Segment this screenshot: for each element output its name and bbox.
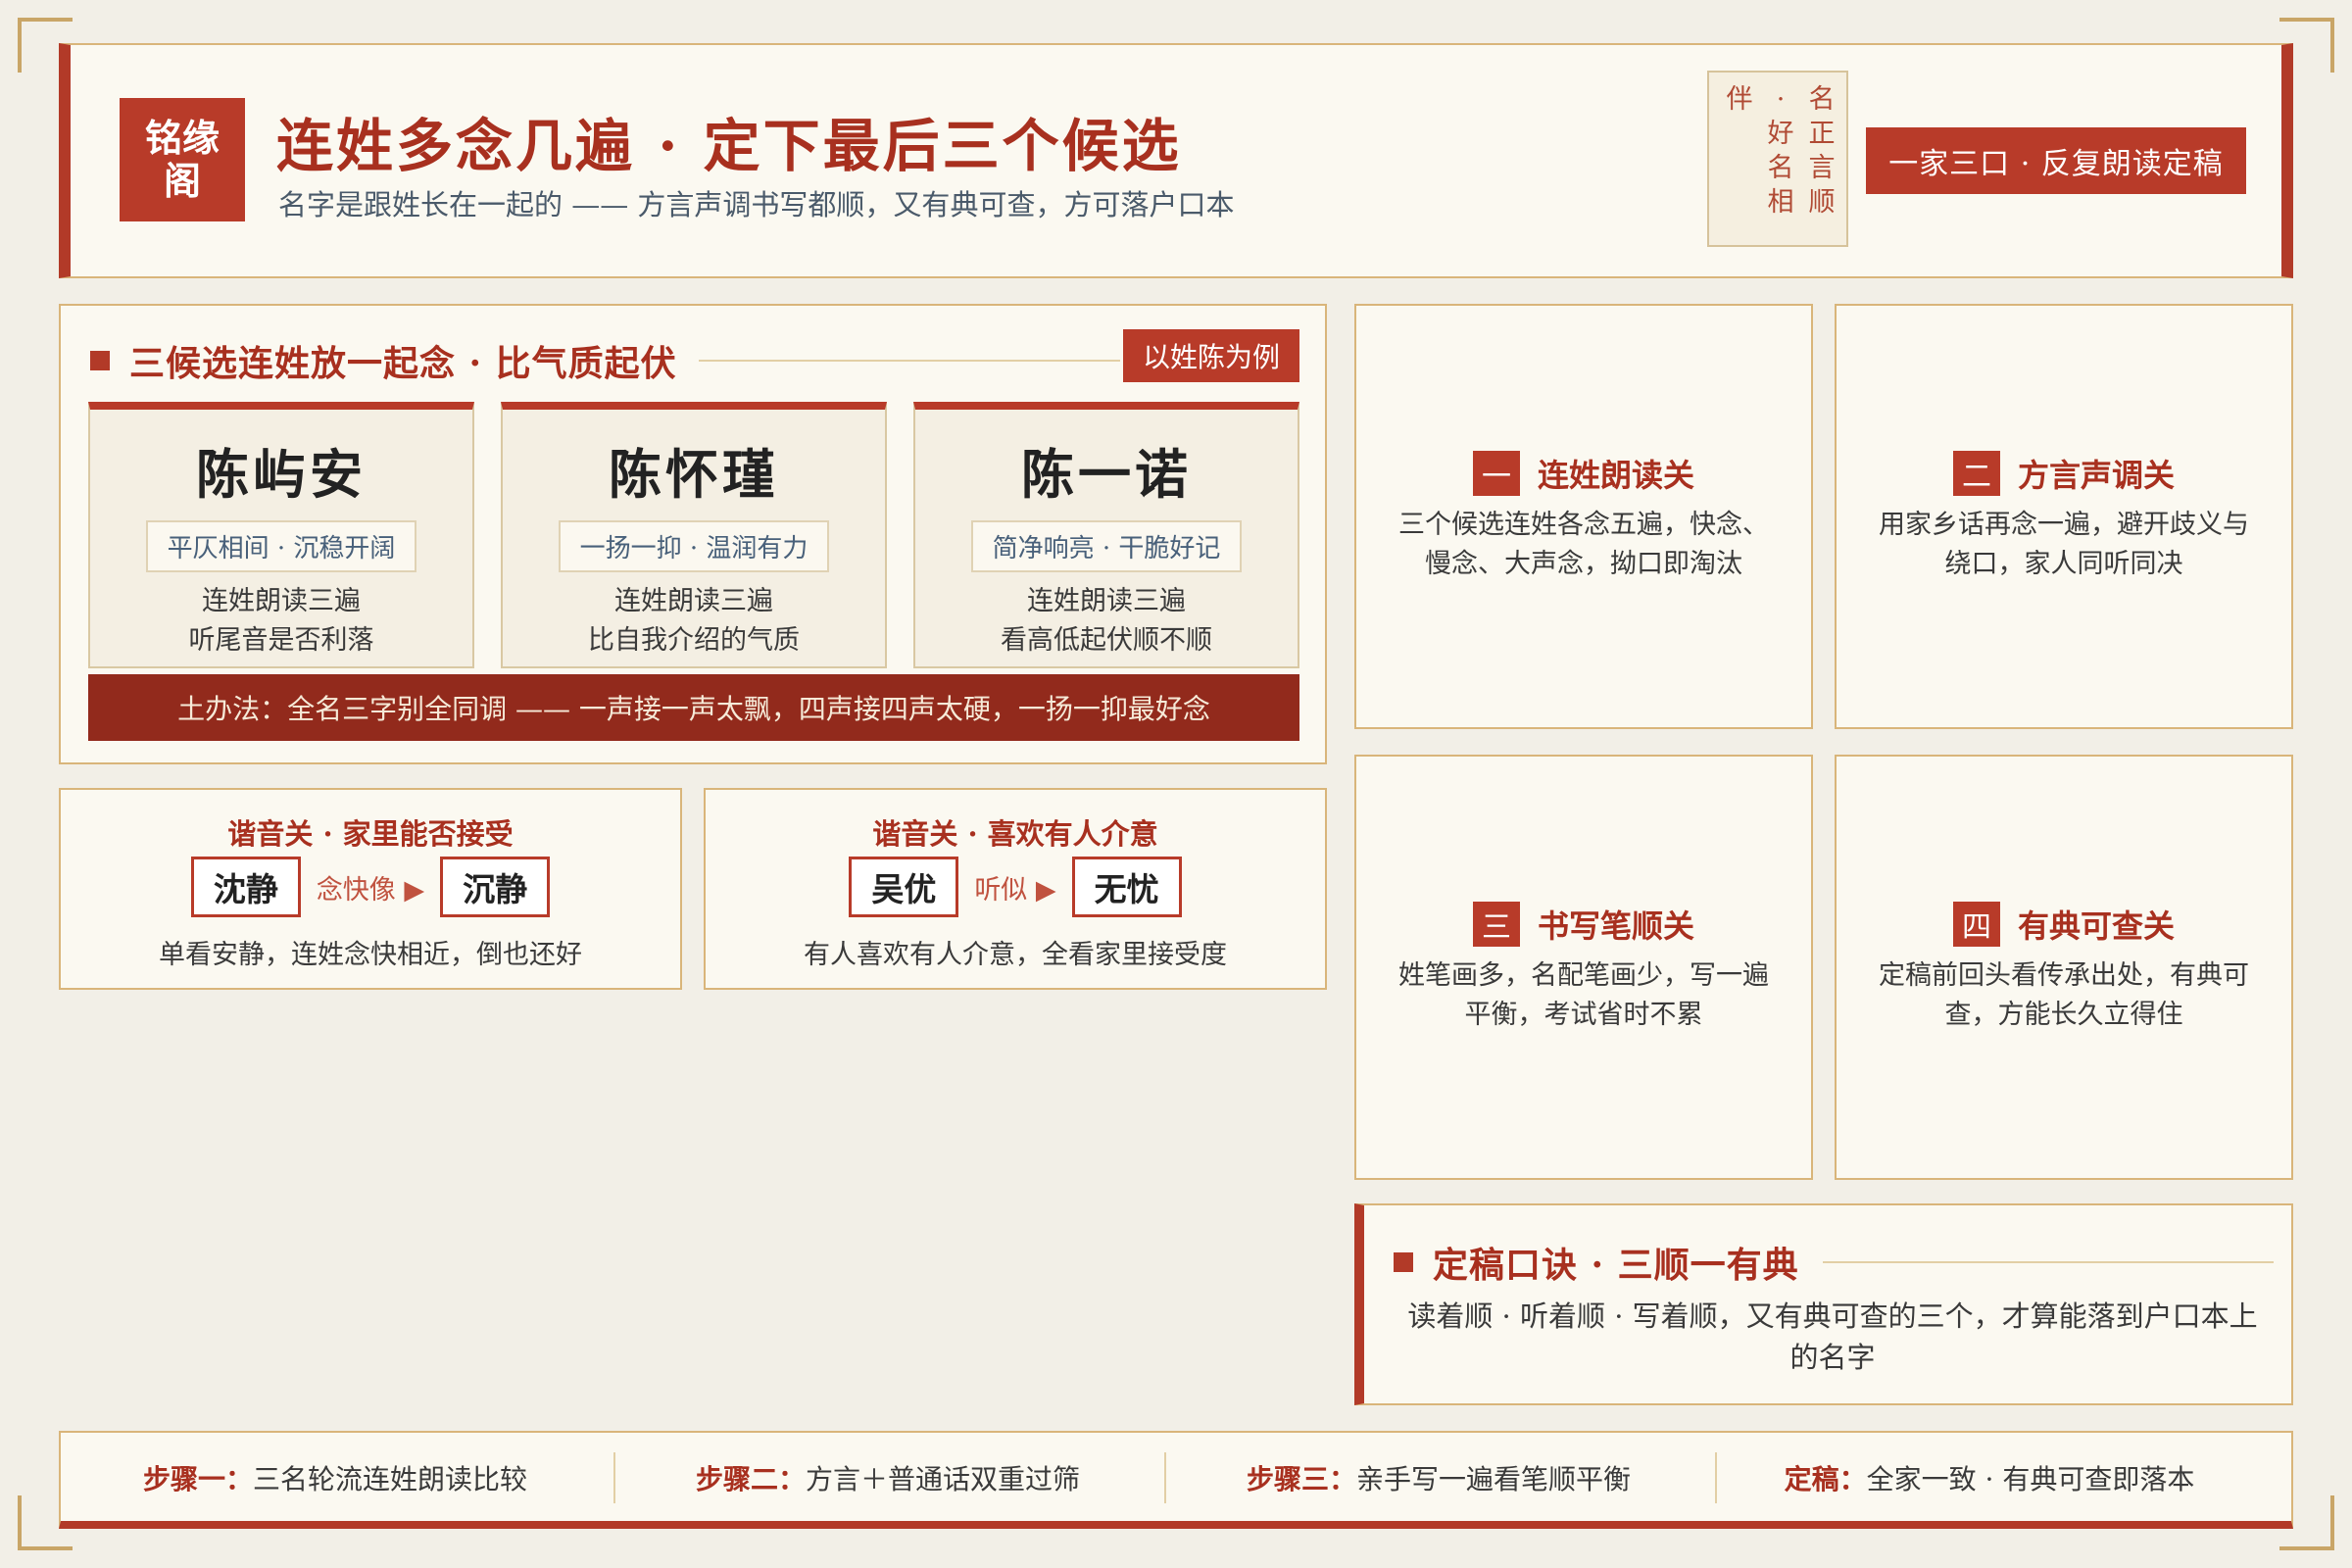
rule-number: 四	[1952, 902, 2000, 947]
rule-title: 连姓朗读关	[1537, 457, 1694, 494]
rule-title: 书写笔顺关	[1537, 907, 1694, 945]
tip-banner: 土办法：全名三字别全同调 —— 一声接一声太飘，四声接四声太硬，一扬一抑最好念	[88, 674, 1299, 741]
seal-column: ·好名相	[1767, 84, 1794, 218]
candidate-note: 看高低起伏顺不顺	[1001, 625, 1212, 656]
step-text: 亲手写一遍看笔顺平衡	[1356, 1463, 1632, 1495]
square-bullet-icon	[90, 351, 110, 370]
rule-heading: 四 有典可查关	[1837, 902, 2291, 947]
page-title: 连姓多念几遍 · 定下最后三个候选	[276, 113, 1182, 179]
candidate-note: 连姓朗读三遍	[614, 586, 773, 616]
motto-panel: 定稿口诀 · 三顺一有典 读着顺 · 听着顺 · 写着顺，又有典可查的三个，才算…	[1354, 1203, 2293, 1405]
example-tag: 以姓陈为例	[1123, 329, 1299, 382]
divider	[698, 360, 1120, 362]
candidate-card: 陈一诺 简净响亮 · 干脆好记 连姓朗读三遍 看高低起伏顺不顺	[913, 402, 1299, 668]
name-box: 沉静	[440, 857, 551, 917]
rule-desc: 用家乡话再念一遍，避开歧义与绕口，家人同听同决	[1879, 510, 2249, 579]
homophone-card: 谐音关 · 家里能否接受 沈静 念快像 ▶ 沉静 单看安静，连姓念快相近，倒也还…	[59, 788, 682, 990]
rule-number: 二	[1952, 451, 2000, 496]
step-text: 全家一致 · 有典可查即落本	[1866, 1463, 2195, 1495]
rule-title: 方言声调关	[2017, 457, 2175, 494]
homophone-card: 谐音关 · 喜欢有人介意 吴优 听似 ▶ 无忧 有人喜欢有人介意，全看家里接受度	[704, 788, 1327, 990]
step-text: 方言＋普通话双重过筛	[806, 1463, 1081, 1495]
step-item: 步骤一： 三名轮流连姓朗读比较	[61, 1433, 610, 1523]
seal-column: 名正言顺	[1808, 84, 1836, 218]
brand-logo: 铭缘阁	[120, 98, 245, 221]
compare-label: 听似 ▶	[974, 874, 1056, 906]
seal-column: 伴	[1726, 84, 1753, 115]
rule-card: 二 方言声调关 用家乡话再念一遍，避开歧义与绕口，家人同听同决	[1835, 304, 2293, 729]
step-text: 三名轮流连姓朗读比较	[253, 1463, 528, 1495]
step-label: 步骤一：	[142, 1463, 253, 1495]
name-box: 沈静	[190, 857, 301, 917]
rule-heading: 三 书写笔顺关	[1356, 902, 1811, 947]
candidate-card: 陈怀瑾 一扬一抑 · 温润有力 连姓朗读三遍 比自我介绍的气质	[501, 402, 887, 668]
candidate-card: 陈屿安 平仄相间 · 沉稳开阔 连姓朗读三遍 听尾音是否利落	[88, 402, 474, 668]
step-item: 步骤三： 亲手写一遍看笔顺平衡	[1164, 1433, 1713, 1523]
rule-card: 四 有典可查关 定稿前回头看传承出处，有典可查，方能长久立得住	[1835, 755, 2293, 1180]
rule-card: 三 书写笔顺关 姓笔画多，名配笔画少，写一遍平衡，考试省时不累	[1354, 755, 1813, 1180]
candidate-note: 比自我介绍的气质	[588, 625, 800, 656]
candidate-badge: 平仄相间 · 沉稳开阔	[145, 520, 417, 572]
step-label: 步骤三：	[1246, 1463, 1356, 1495]
homophone-compare: 沈静 念快像 ▶ 沉静	[61, 857, 680, 917]
candidate-note: 连姓朗读三遍	[1027, 586, 1186, 616]
candidate-note: 听尾音是否利落	[188, 625, 374, 656]
homophone-compare: 吴优 听似 ▶ 无忧	[706, 857, 1325, 917]
section-title: 定稿口诀 · 三顺一有典	[1433, 1245, 1799, 1286]
header-banner: 铭缘阁 连姓多念几遍 · 定下最后三个候选 名字是跟姓长在一起的 —— 方言声调…	[59, 43, 2293, 278]
seal-stamp: 名正言顺 ·好名相 伴	[1707, 71, 1848, 247]
rule-number: 三	[1472, 902, 1520, 947]
candidate-name: 陈怀瑾	[609, 443, 779, 506]
divider	[1822, 1261, 2274, 1263]
rule-title: 有典可查关	[2017, 907, 2175, 945]
candidate-note: 连姓朗读三遍	[202, 586, 361, 616]
motto-desc: 读着顺 · 听着顺 · 写着顺，又有典可查的三个，才算能落到户口本上的名字	[1407, 1299, 2258, 1374]
candidate-name: 陈一诺	[1021, 443, 1192, 506]
rule-number: 一	[1472, 451, 1520, 496]
page-subtitle: 名字是跟姓长在一起的 —— 方言声调书写都顺，又有典可查，方可落户口本	[278, 188, 1235, 221]
candidate-badge: 简净响亮 · 干脆好记	[970, 520, 1243, 572]
step-label: 定稿：	[1784, 1463, 1867, 1495]
homophone-desc: 单看安静，连姓念快相近，倒也还好	[159, 940, 582, 970]
rule-desc: 定稿前回头看传承出处，有典可查，方能长久立得住	[1879, 960, 2249, 1030]
name-box: 吴优	[849, 857, 959, 917]
candidates-panel: 三候选连姓放一起念 · 比气质起伏 以姓陈为例 陈屿安 平仄相间 · 沉稳开阔 …	[59, 304, 1327, 764]
step-item: 定稿： 全家一致 · 有典可查即落本	[1715, 1433, 2264, 1523]
step-item: 步骤二： 方言＋普通话双重过筛	[613, 1433, 1162, 1523]
rule-heading: 一 连姓朗读关	[1356, 451, 1811, 496]
section-heading: 三候选连姓放一起念 · 比气质起伏	[90, 335, 1120, 386]
rule-desc: 三个候选连姓各念五遍，快念、慢念、大声念，拗口即淘汰	[1398, 510, 1769, 579]
arrow-right-icon: ▶	[1035, 874, 1056, 906]
steps-bar: 步骤一： 三名轮流连姓朗读比较 步骤二： 方言＋普通话双重过筛 步骤三： 亲手写一遍看…	[59, 1431, 2293, 1529]
rule-card: 一 连姓朗读关 三个候选连姓各念五遍，快念、慢念、大声念，拗口即淘汰	[1354, 304, 1813, 729]
candidate-name: 陈屿安	[196, 443, 367, 506]
candidate-badge: 一扬一抑 · 温润有力	[558, 520, 830, 572]
homophone-desc: 有人喜欢有人介意，全看家里接受度	[804, 940, 1227, 970]
square-bullet-icon	[1394, 1252, 1413, 1272]
name-box: 无忧	[1071, 857, 1182, 917]
section-heading: 定稿口诀 · 三顺一有典	[1394, 1237, 2274, 1288]
step-label: 步骤二：	[695, 1463, 806, 1495]
compare-label: 念快像 ▶	[316, 874, 425, 906]
arrow-right-icon: ▶	[404, 874, 425, 906]
rule-heading: 二 方言声调关	[1837, 451, 2291, 496]
rule-desc: 姓笔画多，名配笔画少，写一遍平衡，考试省时不累	[1398, 960, 1769, 1030]
homophone-title: 谐音关 · 家里能否接受	[227, 817, 514, 851]
header-tag: 一家三口 · 反复朗读定稿	[1866, 127, 2246, 194]
homophone-title: 谐音关 · 喜欢有人介意	[872, 817, 1158, 851]
section-title: 三候选连姓放一起念 · 比气质起伏	[129, 343, 677, 384]
